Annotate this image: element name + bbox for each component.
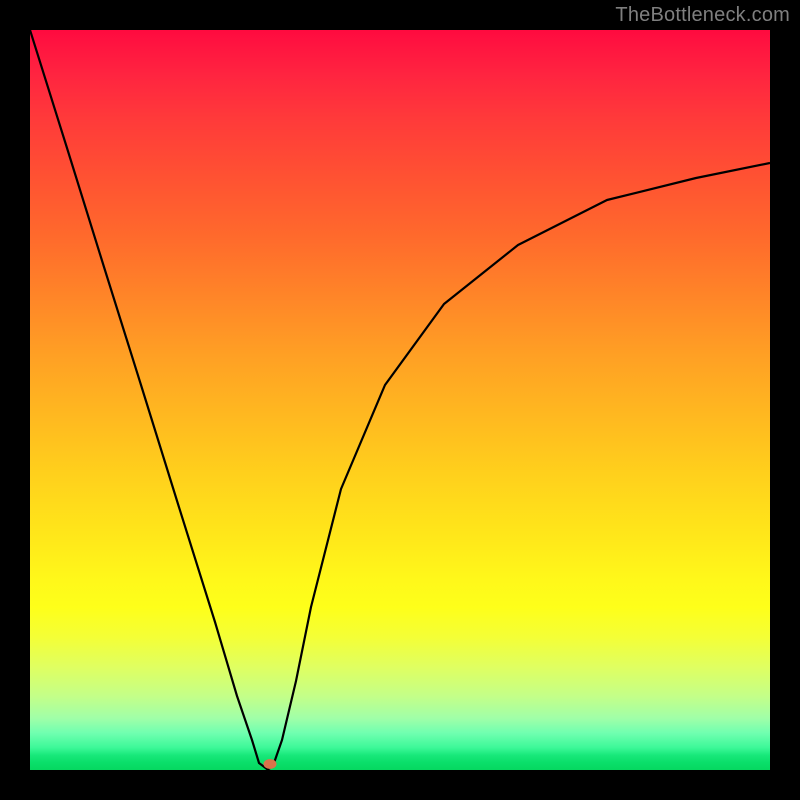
attribution-text: TheBottleneck.com — [615, 4, 790, 27]
chart-frame: TheBottleneck.com — [0, 0, 800, 800]
minimum-marker — [264, 759, 277, 769]
bottleneck-curve — [30, 30, 770, 769]
curve-layer — [30, 30, 770, 770]
plot-area — [30, 30, 770, 770]
